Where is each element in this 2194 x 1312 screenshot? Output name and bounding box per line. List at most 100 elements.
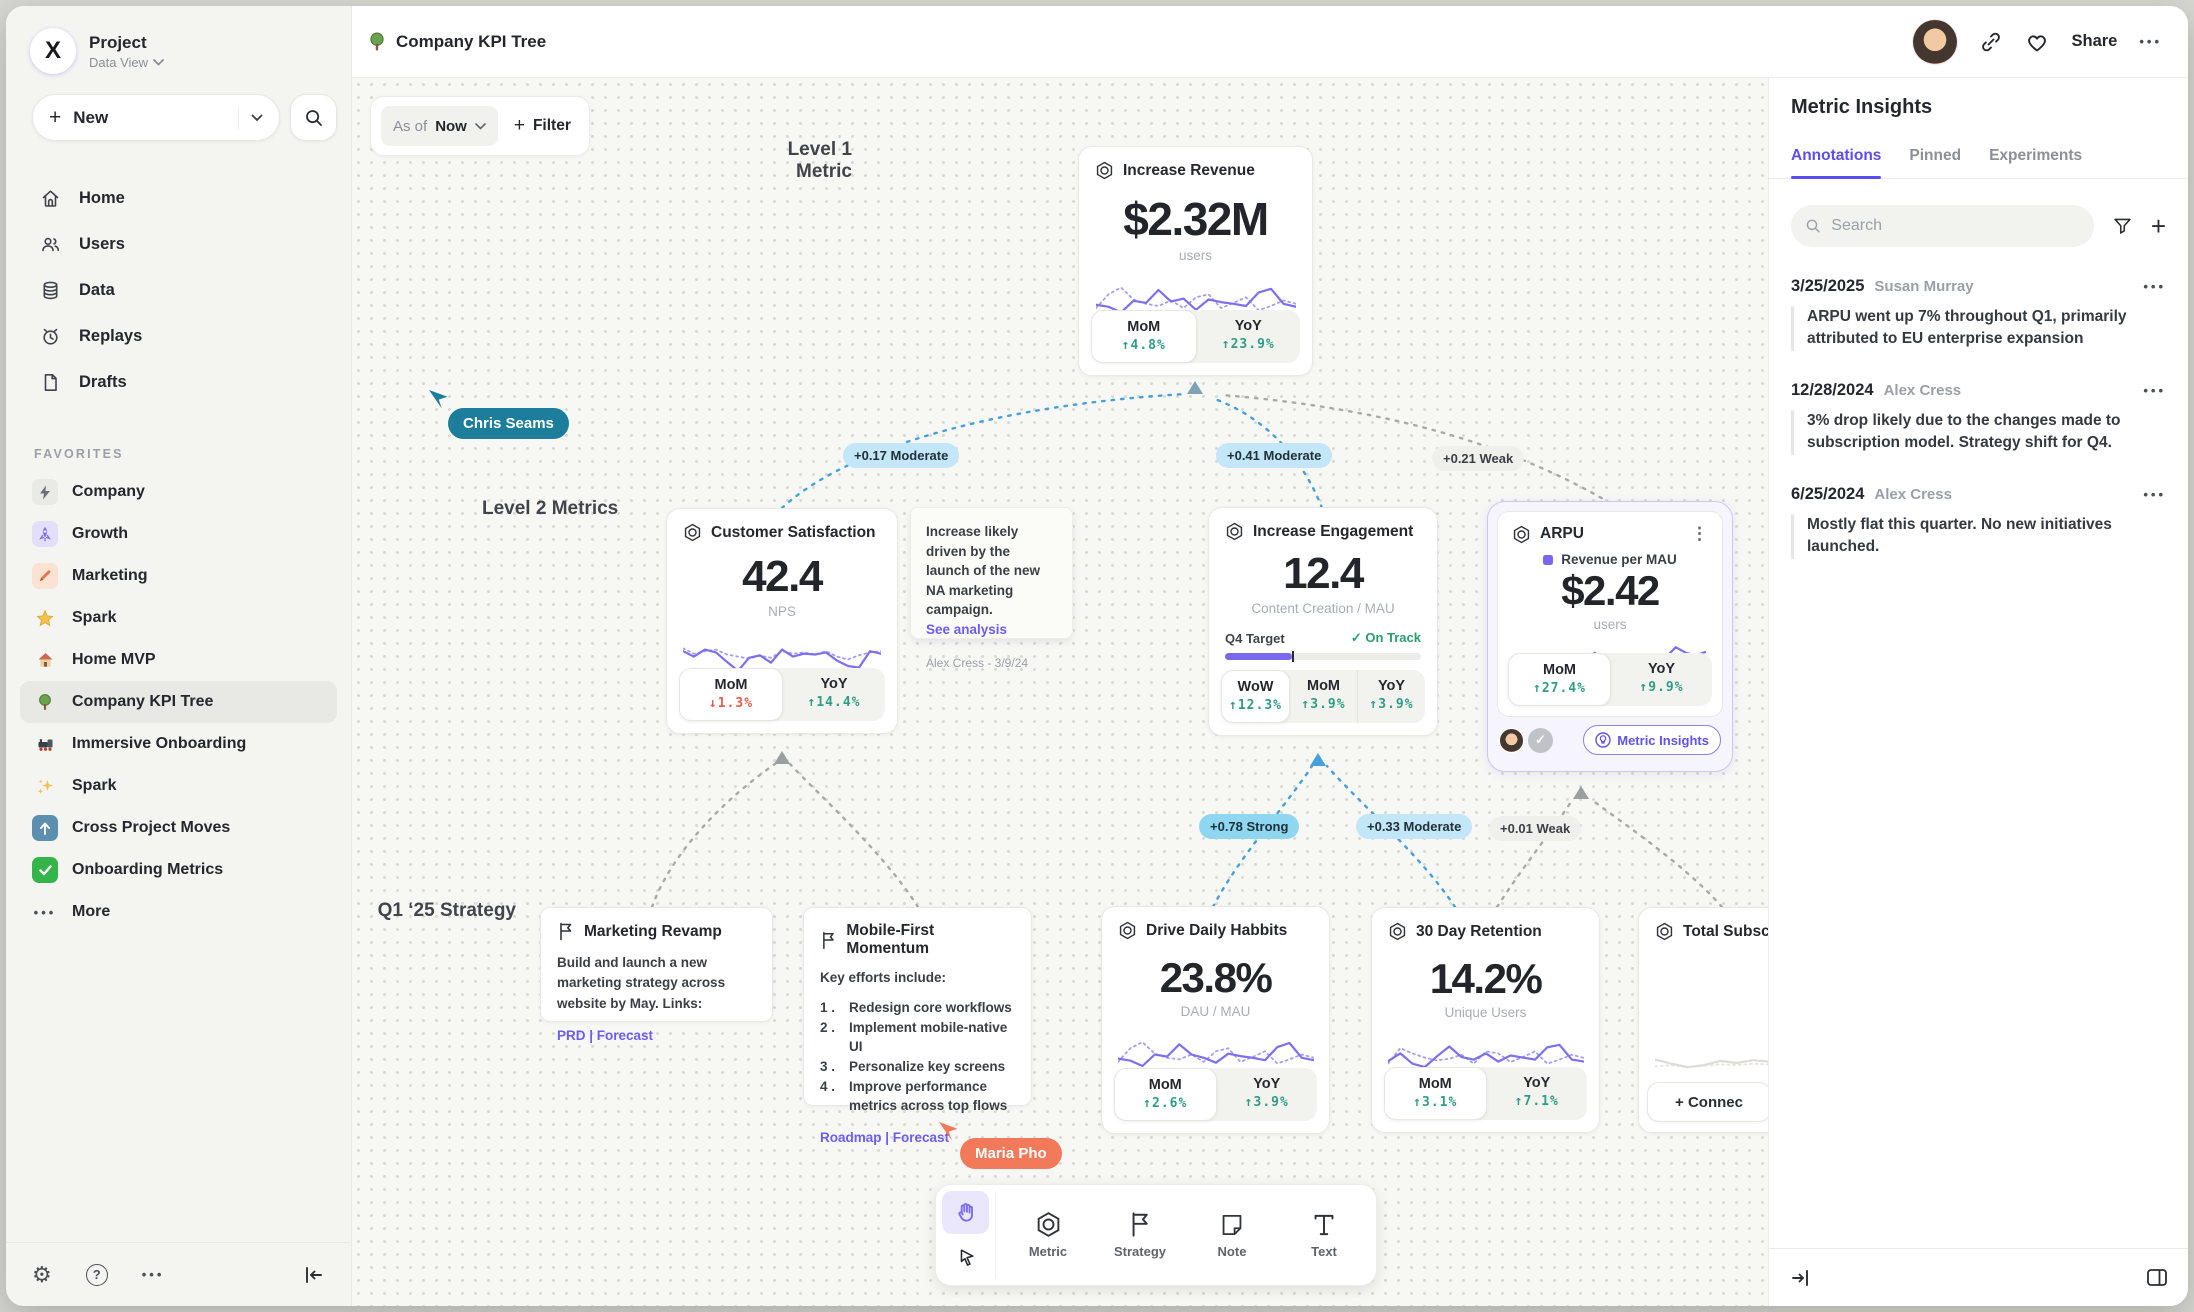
metric-insights-button[interactable]: Metric Insights: [1583, 725, 1721, 755]
add-annotation-icon[interactable]: +: [2151, 211, 2166, 242]
annotation-menu-icon[interactable]: •••: [2143, 383, 2166, 398]
annotation-note-card[interactable]: Increase likely driven by the launch of …: [910, 507, 1073, 639]
help-icon[interactable]: ?: [86, 1264, 108, 1286]
tab-annotations[interactable]: Annotations: [1791, 147, 1881, 178]
filter-button[interactable]: + Filter: [514, 115, 571, 137]
document-title: Company KPI Tree: [368, 32, 546, 52]
project-view-selector[interactable]: Data View: [89, 55, 164, 70]
sidebar-search-button[interactable]: [290, 94, 337, 141]
stat-mom: MoM ↑27.4%: [1508, 653, 1611, 706]
metric-card-drive-daily-habbits[interactable]: Drive Daily Habbits 23.8% DAU / MAU MoM …: [1101, 906, 1330, 1134]
edge-label[interactable]: +0.21 Weak: [1432, 446, 1524, 471]
project-switcher[interactable]: X Project Data View: [6, 6, 351, 74]
see-analysis-link[interactable]: See analysis: [926, 622, 1007, 637]
sparkline-placeholder: [1655, 1037, 1768, 1081]
user-avatar[interactable]: [1913, 20, 1957, 64]
edge-label[interactable]: +0.41 Moderate: [1216, 443, 1332, 468]
note-icon: [1219, 1212, 1245, 1238]
sidebar-more-button[interactable]: ••• More: [20, 891, 337, 933]
filter-funnel-icon[interactable]: [2112, 216, 2133, 236]
metric-tool[interactable]: Metric: [1002, 1191, 1094, 1279]
panel-footer: [1769, 1248, 2188, 1306]
card-menu-icon[interactable]: ⋮: [1691, 524, 1708, 544]
favorites-list: Company Growth Marketing Spark: [6, 471, 351, 933]
kpi-tree-canvas[interactable]: As of Now + Filter Level 1 Metric Level …: [352, 78, 1768, 1306]
new-button[interactable]: + New: [32, 94, 280, 141]
settings-gear-icon[interactable]: ⚙: [32, 1262, 52, 1288]
panel-tabs: Annotations Pinned Experiments: [1769, 119, 2188, 179]
annotation-menu-icon[interactable]: •••: [2143, 279, 2166, 294]
favorite-marketing[interactable]: Marketing: [20, 555, 337, 597]
favorite-spark[interactable]: Spark: [20, 597, 337, 639]
favorite-home-mvp[interactable]: Home MVP: [20, 639, 337, 681]
sidebar-item-data[interactable]: Data: [20, 267, 337, 313]
metric-card-increase-engagement[interactable]: Increase Engagement 12.4 Content Creatio…: [1208, 507, 1438, 736]
strategy-card-mobile-first-momentum[interactable]: Mobile-First Momentum Key efforts includ…: [803, 907, 1032, 1106]
sidebar-item-drafts[interactable]: Drafts: [20, 359, 337, 405]
tab-pinned[interactable]: Pinned: [1909, 147, 1961, 178]
text-tool[interactable]: Text: [1278, 1191, 1370, 1279]
favorite-immersive-onboarding[interactable]: Immersive Onboarding: [20, 723, 337, 765]
favorite-growth[interactable]: Growth: [20, 513, 337, 555]
series-legend: Revenue per MAU: [1512, 552, 1708, 567]
annotation-item[interactable]: 6/25/2024 Alex Cress ••• Mostly flat thi…: [1769, 455, 2188, 559]
edge-label[interactable]: +0.78 Strong: [1199, 814, 1299, 839]
share-button[interactable]: Share: [2071, 32, 2117, 51]
prd-forecast-links[interactable]: PRD | Forecast: [557, 1028, 756, 1043]
favorite-cross-project-moves[interactable]: Cross Project Moves: [20, 807, 337, 849]
edge-label[interactable]: +0.01 Weak: [1489, 816, 1581, 841]
copy-link-icon[interactable]: [1979, 30, 2003, 54]
text-icon: [1311, 1212, 1337, 1238]
annotation-item[interactable]: 12/28/2024 Alex Cress ••• 3% drop likely…: [1769, 351, 2188, 455]
metric-value: $2.32M: [1095, 192, 1296, 246]
collapse-sidebar-icon[interactable]: [303, 1266, 325, 1284]
metric-unit: users: [1512, 617, 1708, 632]
collaborator-cursor-chris: Chris Seams: [430, 388, 569, 439]
edge-label[interactable]: +0.33 Moderate: [1356, 814, 1472, 839]
connect-data-button[interactable]: + Connec: [1647, 1082, 1768, 1122]
stat-yoy: YoY ↑3.9%: [1357, 670, 1425, 723]
metric-card-total-subscriptions[interactable]: Total Subscript + Connec: [1638, 907, 1768, 1133]
search-input[interactable]: [1831, 217, 2080, 235]
chevron-down-icon[interactable]: [251, 114, 263, 122]
metric-unit: NPS: [683, 604, 881, 619]
metric-unit: Content Creation / MAU: [1225, 601, 1421, 616]
as-of-selector[interactable]: As of Now: [381, 106, 498, 146]
q4-target-progress-bar: [1225, 653, 1421, 660]
stat-yoy: YoY ↑23.9%: [1197, 310, 1301, 363]
metric-hexagon-icon: [1095, 161, 1114, 180]
split-view-icon[interactable]: [2146, 1268, 2168, 1287]
note-tool[interactable]: Note: [1186, 1191, 1278, 1279]
edge-label[interactable]: +0.17 Moderate: [843, 443, 959, 468]
project-name: Project: [89, 33, 164, 53]
metric-card-arpu-selected[interactable]: ARPU ⋮ Revenue per MAU $2.42 users MoM ↑…: [1487, 501, 1733, 772]
verified-check-icon: ✓: [1528, 728, 1553, 753]
favorite-company-kpi-tree[interactable]: Company KPI Tree: [20, 681, 337, 723]
favorite-onboarding-metrics[interactable]: Onboarding Metrics: [20, 849, 337, 891]
metric-card-30-day-retention[interactable]: 30 Day Retention 14.2% Unique Users MoM …: [1371, 907, 1600, 1133]
hand-tool[interactable]: [942, 1191, 989, 1234]
favorite-heart-icon[interactable]: [2025, 31, 2049, 53]
metric-card-increase-revenue[interactable]: Increase Revenue $2.32M users MoM ↑4.8% …: [1078, 146, 1313, 376]
tab-experiments[interactable]: Experiments: [1989, 147, 2082, 178]
annotations-search[interactable]: [1791, 205, 2094, 247]
pencil-icon: [32, 563, 58, 589]
sidebar-item-users[interactable]: Users: [20, 221, 337, 267]
metric-hexagon-icon: [1118, 921, 1137, 940]
select-tool[interactable]: [942, 1236, 989, 1279]
favorite-company[interactable]: Company: [20, 471, 337, 513]
sidebar-item-replays[interactable]: Replays: [20, 313, 337, 359]
favorite-spark-2[interactable]: Spark: [20, 765, 337, 807]
replay-clock-icon: [40, 326, 61, 347]
annotation-item[interactable]: 3/25/2025 Susan Murray ••• ARPU went up …: [1769, 247, 2188, 351]
collapse-panel-icon[interactable]: [1789, 1269, 1811, 1287]
annotation-menu-icon[interactable]: •••: [2143, 487, 2166, 502]
strategy-tool[interactable]: Strategy: [1094, 1191, 1186, 1279]
workspace-logo: X: [30, 28, 76, 74]
sidebar-item-home[interactable]: Home: [20, 175, 337, 221]
topbar-more-icon[interactable]: •••: [2139, 34, 2162, 49]
strategy-card-marketing-revamp[interactable]: Marketing Revamp Build and launch a new …: [540, 907, 773, 1022]
more-options-icon[interactable]: •••: [142, 1267, 165, 1282]
annotation-date: 3/25/2025: [1791, 277, 1864, 296]
metric-card-customer-satisfaction[interactable]: Customer Satisfaction 42.4 NPS MoM ↓1.3%…: [666, 508, 898, 734]
